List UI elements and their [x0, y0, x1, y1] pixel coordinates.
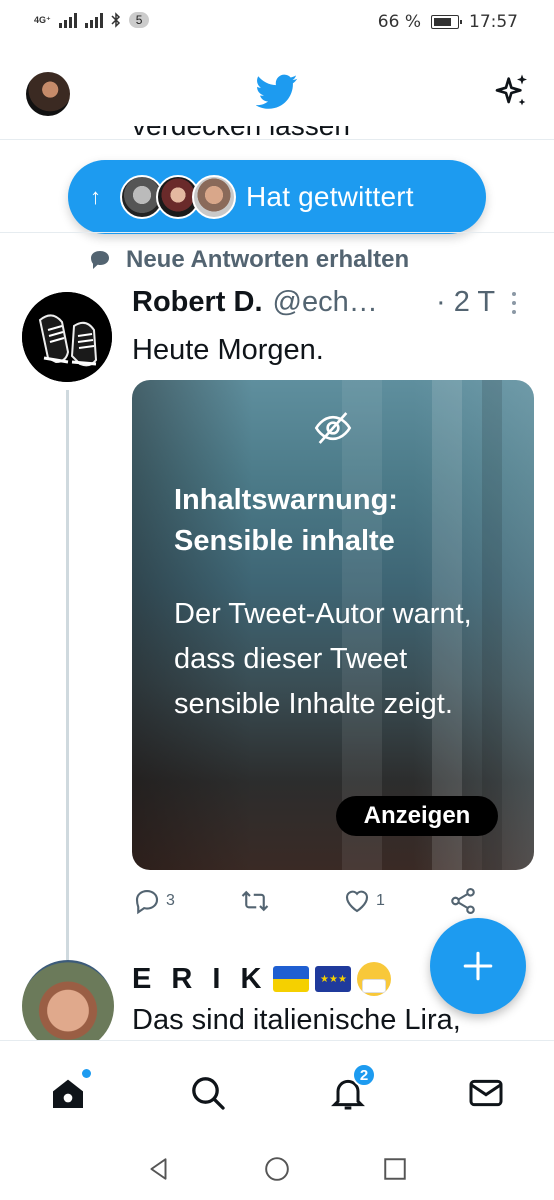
arrow-up-icon: ↑ [90, 184, 101, 209]
bottom-tab-bar: 2 [0, 1040, 554, 1140]
tweet-header: E R I K ★★★ [132, 962, 392, 996]
search-icon [192, 1077, 225, 1110]
tweet-author-handle[interactable]: @ech… [273, 286, 378, 319]
content-warning-body: Der Tweet-Autor warnt, dass dieser Tweet… [174, 598, 472, 720]
signal-icon [58, 12, 77, 28]
tweet-header: Robert D. @ech… [132, 286, 378, 319]
sparkle-icon[interactable] [492, 72, 532, 112]
clock: 17:57 [469, 12, 518, 32]
tab-notifications[interactable]: 2 [326, 1063, 376, 1115]
previous-tweet-cutoff-text: verdecken lassen [132, 126, 350, 148]
reply-context: Neue Antworten erhalten [88, 246, 409, 274]
home-icon [53, 1079, 83, 1108]
content-warning-title: Inhaltswarnung: Sensible inhalte [174, 484, 398, 557]
speech-bubble-icon [91, 251, 109, 269]
pill-label: Hat getwittert [246, 181, 414, 212]
messages-icon [469, 1079, 503, 1107]
eu-flag-icon: ★★★ [315, 966, 352, 992]
battery-percent: 66 % [377, 12, 421, 32]
sensitive-media-card[interactable]: Inhaltswarnung: Sensible inhalte Der Twe… [132, 380, 534, 870]
ukraine-flag-icon [273, 966, 310, 992]
divider [0, 232, 554, 233]
share-button[interactable] [448, 886, 478, 916]
tweet-author-name[interactable]: E R I K [132, 963, 267, 996]
heart-icon [345, 890, 369, 913]
tweet-author-avatar[interactable] [22, 960, 114, 1052]
status-bar: 4G⁺ 5 66 % 17:57 [0, 0, 554, 48]
mask-face-icon [357, 962, 392, 996]
recents-icon[interactable] [382, 1156, 408, 1182]
tweet-text: Heute Morgen. [132, 334, 324, 366]
reply-button[interactable]: 3 [132, 886, 175, 916]
compose-tweet-button[interactable] [430, 918, 526, 1014]
eye-slash-icon [314, 412, 352, 444]
thread-line [66, 390, 69, 960]
notification-count-badge: 5 [128, 12, 150, 28]
more-options-icon[interactable] [512, 292, 516, 314]
home-circle-icon[interactable] [264, 1156, 290, 1182]
tweet-author-avatar[interactable] [22, 292, 112, 382]
new-tweets-pill[interactable]: ↑ Hat getwittert [68, 160, 486, 234]
sneakers-avatar-image [22, 292, 112, 382]
back-icon[interactable] [146, 1156, 172, 1182]
notifications-badge: 2 [352, 1063, 376, 1087]
tab-messages[interactable] [464, 1071, 508, 1115]
retweet-button[interactable] [240, 886, 274, 916]
show-content-button[interactable]: Anzeigen [336, 796, 498, 836]
network-label: 4G⁺ [34, 14, 51, 25]
battery-icon [431, 15, 462, 29]
signal-2-icon [84, 12, 103, 28]
tweet-timestamp[interactable]: · 2 T [436, 286, 495, 319]
bluetooth-icon [111, 12, 120, 28]
profile-avatar-button[interactable] [26, 72, 70, 116]
retweet-icon [241, 890, 269, 912]
tweet-text: Das sind italienische Lira, [132, 1004, 461, 1036]
tab-search[interactable] [186, 1071, 230, 1115]
avatar [192, 175, 236, 219]
like-count: 1 [376, 892, 385, 909]
unread-dot [82, 1069, 91, 1078]
system-navigation-bar [0, 1140, 554, 1200]
share-icon [451, 887, 475, 915]
plus-icon [463, 951, 493, 981]
like-button[interactable]: 1 [342, 886, 385, 916]
tweet-author-name[interactable]: Robert D. [132, 286, 263, 319]
pill-avatars [120, 175, 236, 219]
tab-home[interactable] [46, 1069, 91, 1115]
reply-context-label: Neue Antworten erhalten [126, 246, 410, 273]
reply-count: 3 [166, 892, 175, 909]
reply-icon [135, 889, 159, 915]
status-right: 66 % 17:57 [378, 12, 518, 32]
twitter-bird-icon [256, 74, 298, 109]
status-left: 4G⁺ 5 [34, 12, 150, 28]
